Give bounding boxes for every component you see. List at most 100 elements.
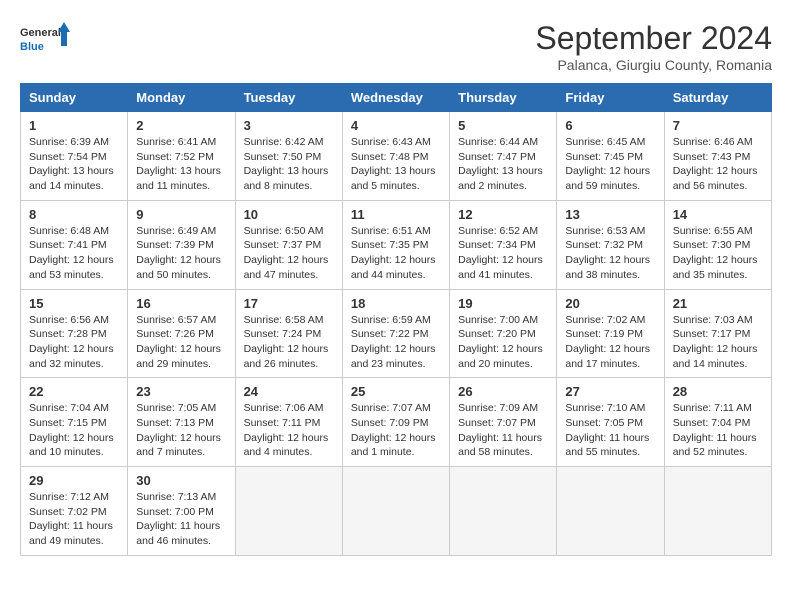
- calendar-cell: 25 Sunrise: 7:07 AM Sunset: 7:09 PM Dayli…: [342, 378, 449, 467]
- calendar-cell: 27 Sunrise: 7:10 AM Sunset: 7:05 PM Dayli…: [557, 378, 664, 467]
- calendar-cell: 16 Sunrise: 6:57 AM Sunset: 7:26 PM Dayli…: [128, 289, 235, 378]
- calendar-cell: 4 Sunrise: 6:43 AM Sunset: 7:48 PM Daylig…: [342, 112, 449, 201]
- day-number: 1: [29, 118, 119, 133]
- day-info: Sunrise: 6:56 AM Sunset: 7:28 PM Dayligh…: [29, 313, 119, 372]
- calendar-cell: 21 Sunrise: 7:03 AM Sunset: 7:17 PM Dayli…: [664, 289, 771, 378]
- day-number: 15: [29, 296, 119, 311]
- month-title: September 2024: [535, 20, 772, 57]
- day-info: Sunrise: 6:39 AM Sunset: 7:54 PM Dayligh…: [29, 135, 119, 194]
- day-number: 6: [565, 118, 655, 133]
- day-number: 19: [458, 296, 548, 311]
- day-info: Sunrise: 6:46 AM Sunset: 7:43 PM Dayligh…: [673, 135, 763, 194]
- calendar-cell: 26Sunrise: 7:09 AM Sunset: 7:07 PM Dayli…: [450, 378, 557, 467]
- day-info: Sunrise: 6:48 AM Sunset: 7:41 PM Dayligh…: [29, 224, 119, 283]
- day-info: Sunrise: 6:41 AM Sunset: 7:52 PM Dayligh…: [136, 135, 226, 194]
- calendar-cell: 8 Sunrise: 6:48 AM Sunset: 7:41 PM Daylig…: [21, 200, 128, 289]
- day-info: Sunrise: 6:58 AM Sunset: 7:24 PM Dayligh…: [244, 313, 334, 372]
- calendar-cell: 19 Sunrise: 7:00 AM Sunset: 7:20 PM Dayli…: [450, 289, 557, 378]
- day-info: Sunrise: 7:00 AM Sunset: 7:20 PM Dayligh…: [458, 313, 548, 372]
- weekday-header-friday: Friday: [557, 84, 664, 112]
- day-info: Sunrise: 6:59 AM Sunset: 7:22 PM Dayligh…: [351, 313, 441, 372]
- day-info: Sunrise: 6:43 AM Sunset: 7:48 PM Dayligh…: [351, 135, 441, 194]
- day-number: 11: [351, 207, 441, 222]
- day-number: 25: [351, 384, 441, 399]
- day-info: Sunrise: 6:42 AM Sunset: 7:50 PM Dayligh…: [244, 135, 334, 194]
- title-block: September 2024 Palanca, Giurgiu County, …: [535, 20, 772, 73]
- day-info: Sunrise: 6:49 AM Sunset: 7:39 PM Dayligh…: [136, 224, 226, 283]
- calendar-cell: [557, 467, 664, 556]
- calendar-cell: 3 Sunrise: 6:42 AM Sunset: 7:50 PM Daylig…: [235, 112, 342, 201]
- day-info: Sunrise: 7:09 AM Sunset: 7:07 PM Dayligh…: [458, 401, 548, 460]
- day-number: 27: [565, 384, 655, 399]
- day-info: Sunrise: 7:06 AM Sunset: 7:11 PM Dayligh…: [244, 401, 334, 460]
- day-number: 7: [673, 118, 763, 133]
- day-number: 21: [673, 296, 763, 311]
- day-number: 29: [29, 473, 119, 488]
- weekday-header-thursday: Thursday: [450, 84, 557, 112]
- svg-text:General: General: [20, 27, 61, 39]
- calendar-cell: 17 Sunrise: 6:58 AM Sunset: 7:24 PM Dayli…: [235, 289, 342, 378]
- day-info: Sunrise: 7:12 AM Sunset: 7:02 PM Dayligh…: [29, 490, 119, 549]
- day-number: 16: [136, 296, 226, 311]
- day-info: Sunrise: 7:11 AM Sunset: 7:04 PM Dayligh…: [673, 401, 763, 460]
- calendar-cell: 12Sunrise: 6:52 AM Sunset: 7:34 PM Dayli…: [450, 200, 557, 289]
- day-info: Sunrise: 7:13 AM Sunset: 7:00 PM Dayligh…: [136, 490, 226, 549]
- calendar-cell: 5Sunrise: 6:44 AM Sunset: 7:47 PM Daylig…: [450, 112, 557, 201]
- calendar-cell: [664, 467, 771, 556]
- day-info: Sunrise: 6:44 AM Sunset: 7:47 PM Dayligh…: [458, 135, 548, 194]
- day-number: 2: [136, 118, 226, 133]
- calendar-cell: 1 Sunrise: 6:39 AM Sunset: 7:54 PM Daylig…: [21, 112, 128, 201]
- day-number: 17: [244, 296, 334, 311]
- location-subtitle: Palanca, Giurgiu County, Romania: [535, 57, 772, 73]
- day-number: 22: [29, 384, 119, 399]
- calendar-cell: 15 Sunrise: 6:56 AM Sunset: 7:28 PM Dayli…: [21, 289, 128, 378]
- day-info: Sunrise: 6:53 AM Sunset: 7:32 PM Dayligh…: [565, 224, 655, 283]
- day-number: 8: [29, 207, 119, 222]
- day-info: Sunrise: 7:05 AM Sunset: 7:13 PM Dayligh…: [136, 401, 226, 460]
- day-number: 23: [136, 384, 226, 399]
- weekday-header-saturday: Saturday: [664, 84, 771, 112]
- calendar-table: SundayMondayTuesdayWednesdayThursdayFrid…: [20, 83, 772, 556]
- calendar-cell: 2 Sunrise: 6:41 AM Sunset: 7:52 PM Daylig…: [128, 112, 235, 201]
- calendar-cell: 24 Sunrise: 7:06 AM Sunset: 7:11 PM Dayli…: [235, 378, 342, 467]
- day-info: Sunrise: 7:10 AM Sunset: 7:05 PM Dayligh…: [565, 401, 655, 460]
- calendar-cell: [235, 467, 342, 556]
- calendar-cell: [342, 467, 449, 556]
- page-header: General Blue September 2024 Palanca, Giu…: [20, 20, 772, 73]
- day-info: Sunrise: 6:51 AM Sunset: 7:35 PM Dayligh…: [351, 224, 441, 283]
- day-info: Sunrise: 6:52 AM Sunset: 7:34 PM Dayligh…: [458, 224, 548, 283]
- day-info: Sunrise: 6:50 AM Sunset: 7:37 PM Dayligh…: [244, 224, 334, 283]
- logo: General Blue: [20, 20, 70, 60]
- day-number: 18: [351, 296, 441, 311]
- calendar-cell: 14 Sunrise: 6:55 AM Sunset: 7:30 PM Dayli…: [664, 200, 771, 289]
- calendar-cell: 23 Sunrise: 7:05 AM Sunset: 7:13 PM Dayli…: [128, 378, 235, 467]
- weekday-header-sunday: Sunday: [21, 84, 128, 112]
- day-number: 10: [244, 207, 334, 222]
- calendar-cell: 6 Sunrise: 6:45 AM Sunset: 7:45 PM Daylig…: [557, 112, 664, 201]
- day-info: Sunrise: 6:55 AM Sunset: 7:30 PM Dayligh…: [673, 224, 763, 283]
- logo-svg: General Blue: [20, 20, 70, 60]
- calendar-cell: [450, 467, 557, 556]
- weekday-header-wednesday: Wednesday: [342, 84, 449, 112]
- day-info: Sunrise: 6:57 AM Sunset: 7:26 PM Dayligh…: [136, 313, 226, 372]
- calendar-cell: 13 Sunrise: 6:53 AM Sunset: 7:32 PM Dayli…: [557, 200, 664, 289]
- day-number: 14: [673, 207, 763, 222]
- day-info: Sunrise: 7:03 AM Sunset: 7:17 PM Dayligh…: [673, 313, 763, 372]
- day-info: Sunrise: 7:04 AM Sunset: 7:15 PM Dayligh…: [29, 401, 119, 460]
- calendar-cell: 28 Sunrise: 7:11 AM Sunset: 7:04 PM Dayli…: [664, 378, 771, 467]
- calendar-cell: 30Sunrise: 7:13 AM Sunset: 7:00 PM Dayli…: [128, 467, 235, 556]
- calendar-cell: 11 Sunrise: 6:51 AM Sunset: 7:35 PM Dayli…: [342, 200, 449, 289]
- day-info: Sunrise: 7:02 AM Sunset: 7:19 PM Dayligh…: [565, 313, 655, 372]
- day-number: 28: [673, 384, 763, 399]
- day-number: 20: [565, 296, 655, 311]
- weekday-header-monday: Monday: [128, 84, 235, 112]
- calendar-cell: 10 Sunrise: 6:50 AM Sunset: 7:37 PM Dayli…: [235, 200, 342, 289]
- day-number: 24: [244, 384, 334, 399]
- day-info: Sunrise: 7:07 AM Sunset: 7:09 PM Dayligh…: [351, 401, 441, 460]
- calendar-cell: 18 Sunrise: 6:59 AM Sunset: 7:22 PM Dayli…: [342, 289, 449, 378]
- day-number: 3: [244, 118, 334, 133]
- day-number: 13: [565, 207, 655, 222]
- day-info: Sunrise: 6:45 AM Sunset: 7:45 PM Dayligh…: [565, 135, 655, 194]
- day-number: 4: [351, 118, 441, 133]
- svg-text:Blue: Blue: [20, 41, 44, 53]
